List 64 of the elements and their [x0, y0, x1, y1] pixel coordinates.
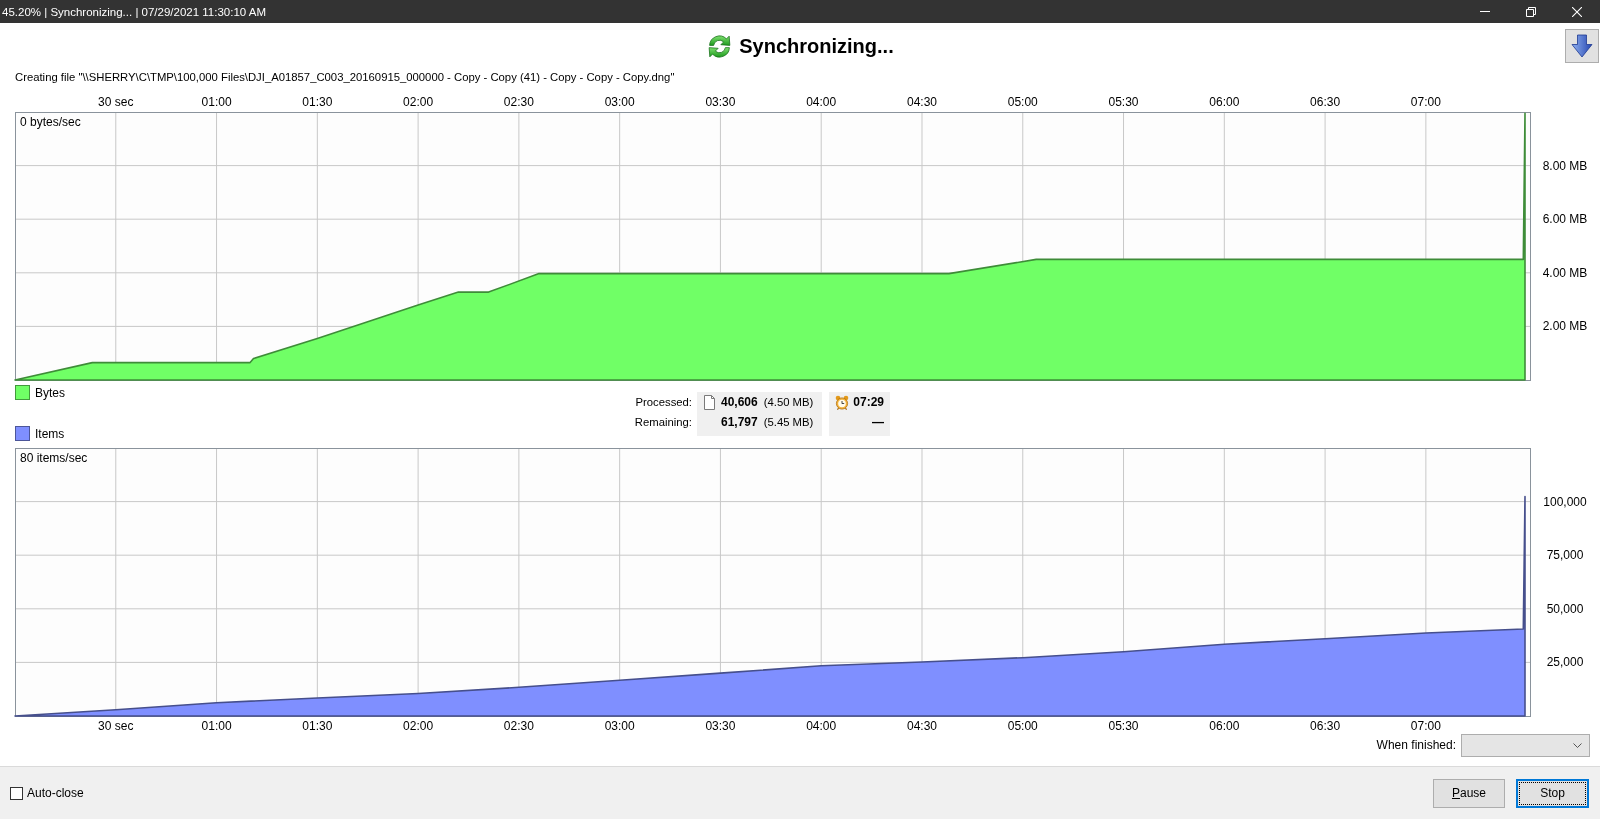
y-tick-label: 50,000 — [1546, 601, 1584, 616]
y-tick-label: 4.00 MB — [1542, 265, 1588, 280]
status-line: Creating file "\\SHERRY\C\TMP\100,000 Files\DJI_A01857_C003_20160915_000000 - Copy - Copy (41) - Copy - Copy - Copy.dng" — [15, 70, 675, 85]
down-arrow-button[interactable] — [1565, 29, 1599, 63]
item-count: 61,797 — [721, 415, 758, 429]
minimize-icon — [1480, 11, 1490, 12]
dialog-button[interactable]: Stop — [1516, 778, 1589, 808]
x-tick-label: 02:30 — [503, 95, 534, 109]
y-tick-label: 25,000 — [1546, 655, 1584, 670]
y-tick-label: 75,000 — [1546, 548, 1584, 563]
remaining-time: — — [872, 415, 884, 429]
legend-label: Items — [35, 426, 65, 441]
item-count: 40,606 — [721, 395, 758, 409]
x-tick-label: 04:30 — [906, 95, 937, 109]
x-tick-label: 30 sec — [98, 719, 134, 733]
window-title: 45.20% | Synchronizing... | 07/29/2021 11:30:10 AM — [1, 5, 267, 18]
file-icon — [704, 394, 715, 410]
x-tick-label: 04:00 — [806, 95, 837, 109]
x-tick-label: 05:30 — [1108, 719, 1139, 733]
x-tick-label: 06:00 — [1209, 95, 1240, 109]
x-tick-label: 30 sec — [98, 95, 134, 109]
x-tick-label: 02:30 — [503, 719, 534, 733]
legend-label: Bytes — [35, 385, 65, 400]
x-tick-label: 03:00 — [604, 95, 635, 109]
x-tick-label: 07:00 — [1410, 95, 1441, 109]
x-tick-label: 01:30 — [302, 95, 333, 109]
stat-label: Processed: — [635, 395, 692, 410]
x-tick-label: 01:00 — [201, 719, 232, 733]
x-tick-label: 05:30 — [1108, 95, 1139, 109]
x-tick-label: 03:30 — [705, 95, 736, 109]
x-tick-label: 05:00 — [1007, 95, 1038, 109]
rate-label: 0 bytes/sec — [20, 115, 81, 129]
x-tick-label: 02:00 — [403, 719, 434, 733]
x-tick-label: 04:30 — [906, 719, 937, 733]
restore-icon — [1526, 6, 1536, 17]
dialog-title: Synchronizing... — [739, 34, 894, 58]
x-tick-label: 01:30 — [302, 719, 333, 733]
x-tick-label: 06:30 — [1310, 95, 1341, 109]
rate-label: 80 items/sec — [20, 451, 88, 465]
elapsed-time: 07:29 — [853, 395, 884, 409]
x-tick-label: 06:00 — [1209, 719, 1240, 733]
x-tick-label: 03:30 — [705, 719, 736, 733]
x-tick-label: 01:00 — [201, 95, 232, 109]
chevron-down-icon — [1573, 742, 1582, 748]
x-tick-label: 04:00 — [806, 719, 837, 733]
stat-label: Remaining: — [634, 415, 692, 430]
auto-close-label[interactable]: Auto-close — [27, 786, 84, 800]
y-tick-label: 6.00 MB — [1542, 212, 1588, 227]
auto-close-checkbox[interactable] — [10, 786, 23, 800]
y-tick-label: 8.00 MB — [1542, 158, 1588, 173]
x-tick-label: 02:00 — [403, 95, 434, 109]
x-tick-label: 05:00 — [1007, 719, 1038, 733]
data-size: (4.50 MB) — [763, 396, 814, 408]
when-finished-label: When finished: — [1376, 738, 1456, 752]
dialog-button[interactable]: Pause — [1433, 778, 1505, 808]
close-icon — [1572, 6, 1582, 17]
alarm-clock-icon — [835, 394, 850, 410]
x-tick-label: 06:30 — [1310, 719, 1341, 733]
y-tick-label: 100,000 — [1543, 494, 1587, 509]
down-arrow-icon — [1571, 34, 1593, 58]
x-tick-label: 03:00 — [604, 719, 635, 733]
data-size: (5.45 MB) — [763, 416, 814, 428]
x-tick-label: 07:00 — [1410, 719, 1441, 733]
y-tick-label: 2.00 MB — [1542, 319, 1588, 334]
